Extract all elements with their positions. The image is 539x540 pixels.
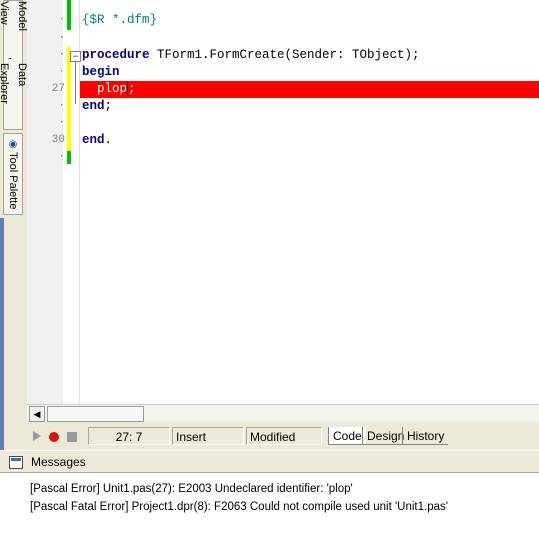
messages-window-icon (9, 456, 23, 469)
stop-macro-icon[interactable] (67, 432, 77, 442)
tab-code[interactable]: Code (328, 427, 366, 445)
scroll-left-arrow-icon[interactable]: ◀ (29, 406, 45, 422)
fold-line (75, 62, 76, 104)
gutter-dot: · (58, 100, 65, 112)
tab-history[interactable]: History (402, 427, 449, 445)
fold-collapse-icon[interactable]: − (70, 51, 81, 62)
gutter-dot: · (58, 117, 65, 129)
code-editor[interactable]: · · · · 27 · · 30 · − {$R *.dfm} procedu… (27, 0, 539, 404)
messages-list: [Pascal Error] Unit1.pas(27): E2003 Unde… (0, 472, 539, 540)
scroll-thumb[interactable] (47, 406, 144, 422)
gutter-dot: · (58, 49, 65, 61)
record-macro-icon[interactable] (49, 432, 59, 442)
error-line-highlight (80, 81, 539, 98)
cursor-position: 27: 7 (88, 427, 170, 445)
gutter-dot: · (58, 14, 65, 26)
tool-palette-tab-label[interactable]: Tool Palette (4, 152, 22, 209)
message-item[interactable]: [Pascal Error] Unit1.pas(27): E2003 Unde… (30, 483, 353, 495)
gutter-dot: · (58, 151, 65, 163)
end-semicolon: ; (104, 99, 113, 113)
code-line-begin: begin (82, 64, 120, 81)
keyword-begin: begin (82, 65, 120, 79)
code-line-final-end: end. (82, 132, 112, 149)
line-number-27: 27 (51, 83, 65, 95)
dock-tab-model-data[interactable]: Model View, Data Explorer (0, 0, 28, 130)
error-identifier: plop (97, 82, 128, 96)
horizontal-scrollbar[interactable]: ◀ (27, 404, 539, 422)
keyword-end: end (82, 99, 105, 113)
change-bar-saved (67, 151, 71, 164)
gutter-dot: · (58, 66, 65, 78)
code-line-end: end; (82, 98, 112, 115)
code-line-error: plop; (82, 81, 136, 98)
messages-title: Messages (31, 455, 86, 469)
insert-mode: Insert (172, 427, 244, 445)
change-bar-modified (67, 47, 71, 151)
gutter-dot: · (58, 32, 65, 44)
dock-tab-tool-palette[interactable]: ◉ Tool Palette (3, 133, 23, 215)
editor-status-bar: 27: 7 Insert Modified Code Design Histor… (27, 425, 539, 447)
play-macro-icon[interactable] (33, 431, 41, 441)
binoculars-icon: ◉ (8, 139, 18, 150)
keyword-procedure: procedure (82, 48, 150, 62)
code-line-directive: {$R *.dfm} (82, 12, 157, 29)
change-bar-saved (67, 0, 71, 30)
procedure-signature: TForm1.FormCreate(Sender: TObject); (149, 48, 420, 62)
compiler-directive: {$R *.dfm} (82, 13, 158, 27)
message-item[interactable]: [Pascal Fatal Error] Project1.dpr(8): F2… (30, 501, 448, 513)
code-line-procedure: procedure TForm1.FormCreate(Sender: TObj… (82, 47, 420, 64)
messages-header: Messages (0, 450, 539, 473)
error-semicolon: ; (128, 82, 136, 96)
line-number-30: 30 (51, 134, 65, 146)
keyword-final-end: end (82, 133, 105, 147)
modified-state: Modified (246, 427, 322, 445)
final-dot: . (104, 133, 113, 147)
